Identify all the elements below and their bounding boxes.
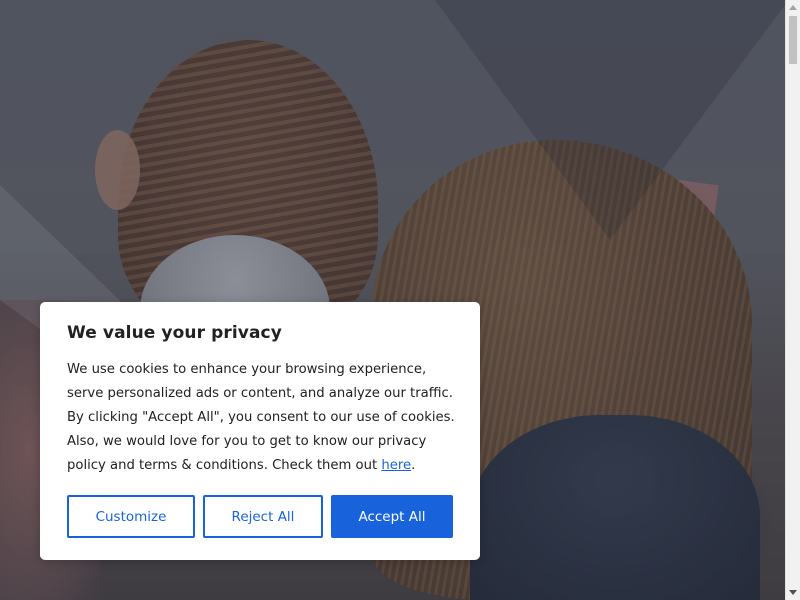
reject-all-button[interactable]: Reject All [203,495,323,538]
page-viewport: We value your privacy We use cookies to … [0,0,800,600]
cookie-consent-dialog: We value your privacy We use cookies to … [40,302,480,560]
cookie-dialog-description: We use cookies to enhance your browsing … [67,358,459,478]
accept-all-button[interactable]: Accept All [331,495,453,538]
privacy-policy-link[interactable]: here [381,458,411,473]
scrollbar-thumb[interactable] [789,16,797,64]
cookie-dialog-title: We value your privacy [67,323,282,343]
page-scrollbar[interactable] [785,0,800,600]
cookie-description-text: We use cookies to enhance your browsing … [67,362,455,473]
customize-button[interactable]: Customize [67,495,195,538]
scroll-down-arrow-icon[interactable] [789,590,797,595]
cookie-description-trailing: . [411,458,416,473]
scroll-up-arrow-icon[interactable] [789,5,797,10]
